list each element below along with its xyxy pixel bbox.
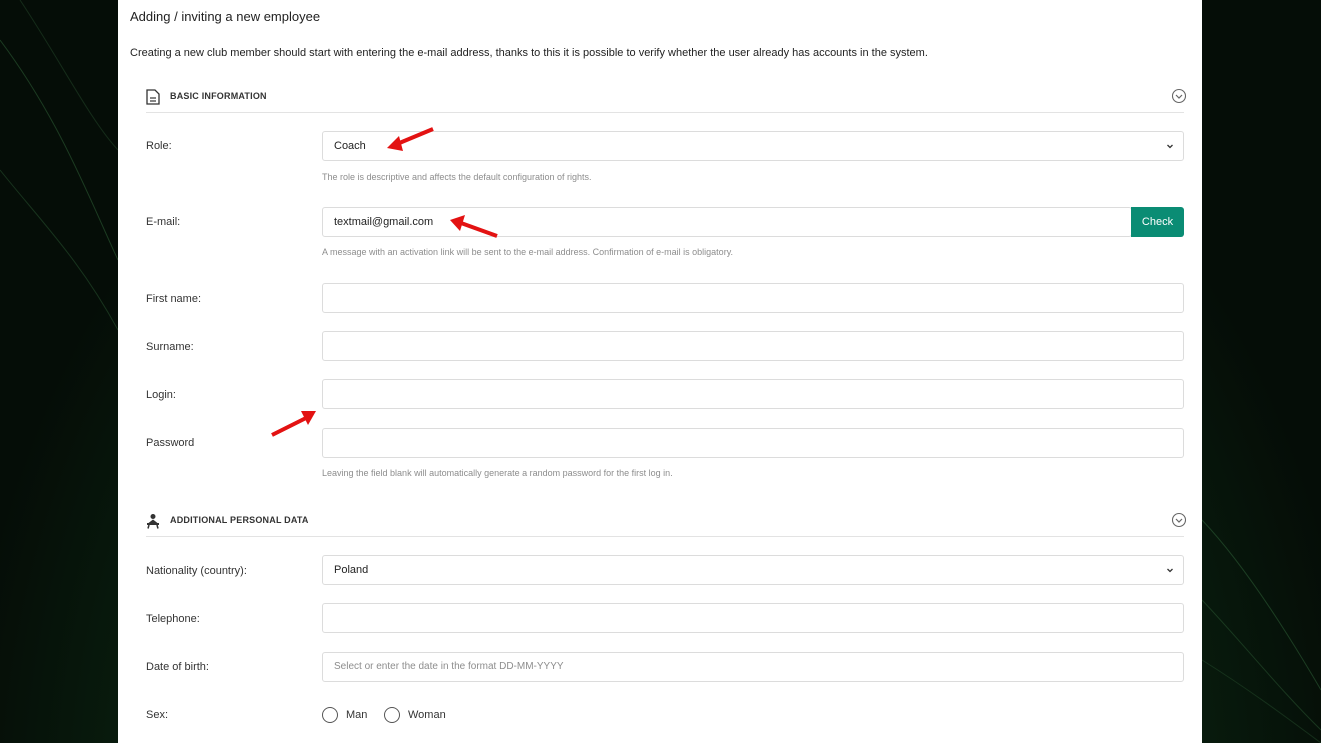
page-title: Adding / inviting a new employee xyxy=(130,9,321,24)
surname-label: Surname: xyxy=(146,341,194,353)
intro-text: Creating a new club member should start … xyxy=(130,47,928,59)
document-icon xyxy=(146,89,160,105)
nationality-label: Nationality (country): xyxy=(146,565,247,577)
login-label: Login: xyxy=(146,389,176,401)
first-name-label: First name: xyxy=(146,293,202,305)
basic-information-header: BASIC INFORMATION xyxy=(146,88,1187,113)
password-help: Leaving the field blank will automatical… xyxy=(322,468,673,478)
chevron-circle-icon[interactable] xyxy=(1171,512,1187,528)
password-label: Password xyxy=(146,437,195,449)
email-help: A message with an activation link will b… xyxy=(322,247,734,257)
dob-label: Date of birth: xyxy=(146,661,209,673)
chevron-down-icon xyxy=(1167,144,1173,149)
role-help: The role is descriptive and affects the … xyxy=(322,172,592,182)
nationality-select[interactable]: Poland xyxy=(322,555,1184,585)
email-field[interactable]: textmail@gmail.com xyxy=(322,207,1132,237)
password-field[interactable] xyxy=(322,428,1184,458)
dob-placeholder: Select or enter the date in the format D… xyxy=(334,661,564,672)
role-select[interactable]: Coach xyxy=(322,131,1184,161)
person-desk-icon xyxy=(147,514,159,529)
dob-field[interactable]: Select or enter the date in the format D… xyxy=(322,652,1184,682)
nationality-value: Poland xyxy=(334,564,369,576)
section-title: ADDITIONAL PERSONAL DATA xyxy=(170,515,309,525)
form-panel: Adding / inviting a new employee Creatin… xyxy=(118,0,1202,743)
chevron-down-icon xyxy=(1167,568,1173,573)
surname-field[interactable] xyxy=(322,331,1184,361)
section-title: BASIC INFORMATION xyxy=(170,91,267,101)
sex-label: Sex: xyxy=(146,709,169,721)
additional-data-header: ADDITIONAL PERSONAL DATA xyxy=(146,512,1187,537)
email-value: textmail@gmail.com xyxy=(334,216,434,228)
radio-man[interactable] xyxy=(322,707,338,723)
login-field[interactable] xyxy=(322,379,1184,409)
check-button[interactable]: Check xyxy=(1131,207,1184,237)
first-name-field[interactable] xyxy=(322,283,1184,313)
chevron-circle-icon[interactable] xyxy=(1171,88,1187,104)
email-label: E-mail: xyxy=(146,216,181,228)
telephone-field[interactable] xyxy=(322,603,1184,633)
radio-man-label[interactable]: Man xyxy=(346,709,367,721)
radio-woman[interactable] xyxy=(384,707,400,723)
role-value: Coach xyxy=(334,140,366,152)
radio-woman-label[interactable]: Woman xyxy=(408,709,446,721)
role-label: Role: xyxy=(146,140,172,152)
telephone-label: Telephone: xyxy=(146,613,200,625)
